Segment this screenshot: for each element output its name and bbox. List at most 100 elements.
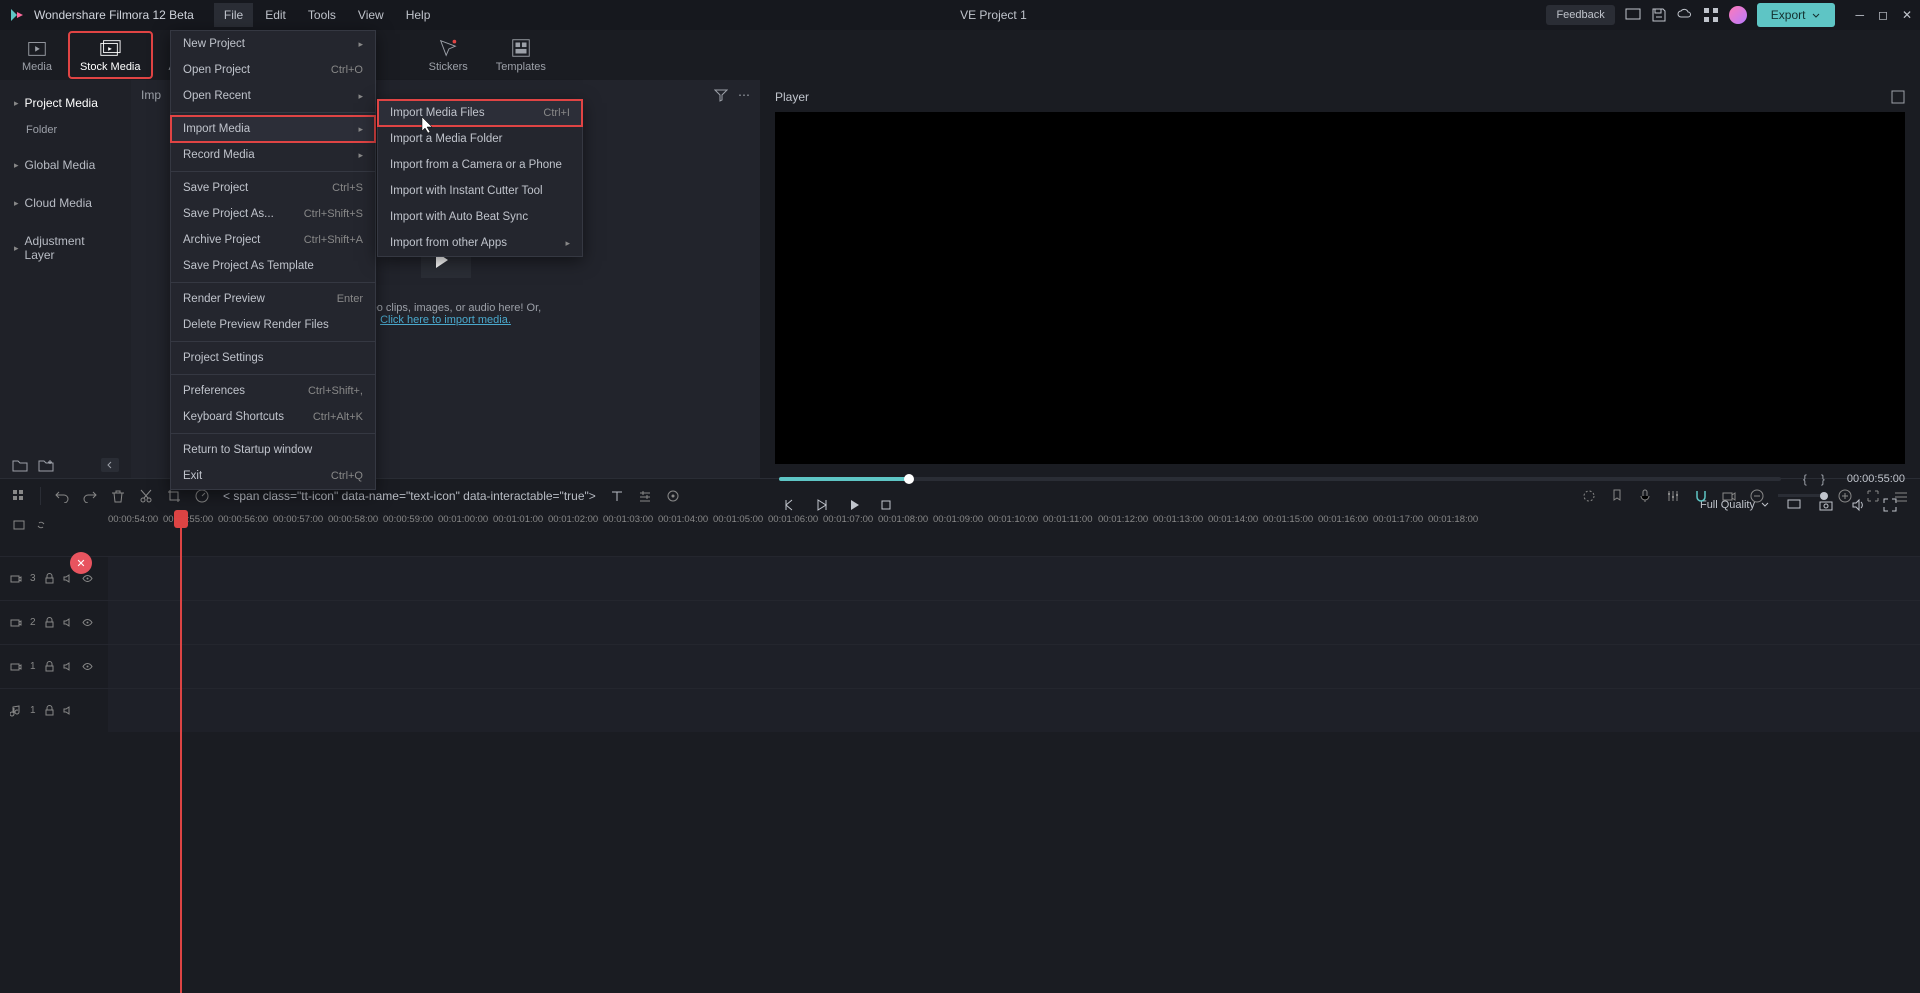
- prev-frame-icon[interactable]: [783, 498, 797, 512]
- submenu-item[interactable]: Import Media FilesCtrl+I: [378, 100, 582, 126]
- player-maximize-icon[interactable]: [1891, 90, 1905, 104]
- stop-icon[interactable]: [879, 498, 893, 512]
- zoom-in-icon[interactable]: [1838, 489, 1852, 503]
- menu-item[interactable]: Render PreviewEnter: [171, 286, 375, 312]
- export-button[interactable]: Export: [1757, 3, 1836, 27]
- play-reverse-icon[interactable]: [815, 498, 829, 512]
- menu-item[interactable]: Save Project As...Ctrl+Shift+S: [171, 201, 375, 227]
- tab-media[interactable]: Media: [10, 31, 64, 79]
- eye-icon[interactable]: [82, 661, 93, 672]
- more-timeline-icon[interactable]: [1894, 489, 1908, 503]
- save-icon[interactable]: [1651, 7, 1667, 23]
- mark-in-icon[interactable]: {: [1803, 472, 1807, 486]
- track-body[interactable]: [108, 689, 1920, 732]
- more-icon[interactable]: ⋯: [738, 88, 750, 102]
- submenu-item[interactable]: Import with Auto Beat Sync: [378, 204, 582, 230]
- menu-item[interactable]: Record Media▸: [171, 142, 375, 168]
- cam-icon[interactable]: [1722, 489, 1736, 503]
- playhead[interactable]: [180, 512, 182, 993]
- menu-item[interactable]: Keyboard ShortcutsCtrl+Alt+K: [171, 404, 375, 430]
- zoom-out-icon[interactable]: [1750, 489, 1764, 503]
- new-folder-icon[interactable]: [12, 458, 28, 472]
- menu-item[interactable]: Import Media▸: [171, 116, 375, 142]
- menu-item[interactable]: New Project▸: [171, 31, 375, 57]
- undo-icon[interactable]: [55, 489, 69, 503]
- submenu-item[interactable]: Import from other Apps▸: [378, 230, 582, 256]
- cut-icon[interactable]: [139, 489, 153, 503]
- lock-icon[interactable]: [44, 705, 55, 716]
- grid-icon[interactable]: [1703, 7, 1719, 23]
- link-icon[interactable]: [34, 518, 48, 532]
- menu-item[interactable]: Open Recent▸: [171, 83, 375, 109]
- menu-item[interactable]: ExitCtrl+Q: [171, 463, 375, 489]
- submenu-item[interactable]: Import with Instant Cutter Tool: [378, 178, 582, 204]
- menu-item[interactable]: Project Settings: [171, 345, 375, 371]
- add-folder-icon[interactable]: [38, 458, 54, 472]
- eye-icon[interactable]: [82, 573, 93, 584]
- track-body[interactable]: [108, 557, 1920, 600]
- track-add-icon[interactable]: [12, 518, 26, 532]
- speed-icon[interactable]: [195, 489, 209, 503]
- display-icon[interactable]: [1625, 7, 1641, 23]
- sidebar-project-media[interactable]: ▸Project Media: [0, 88, 131, 118]
- menu-item[interactable]: Delete Preview Render Files: [171, 312, 375, 338]
- play-icon[interactable]: [847, 498, 861, 512]
- collapse-panel-button[interactable]: [101, 458, 119, 472]
- mute-icon[interactable]: [63, 705, 74, 716]
- tab-stock-media[interactable]: Stock Media: [68, 31, 153, 79]
- fit-icon[interactable]: [1866, 489, 1880, 503]
- mute-icon[interactable]: [63, 573, 74, 584]
- menu-tools[interactable]: Tools: [298, 3, 346, 27]
- menu-item[interactable]: Save ProjectCtrl+S: [171, 175, 375, 201]
- clip-marker[interactable]: ✕: [70, 552, 92, 574]
- sidebar-cloud-media[interactable]: ▸Cloud Media: [0, 188, 131, 218]
- menu-help[interactable]: Help: [396, 3, 441, 27]
- delete-icon[interactable]: [111, 489, 125, 503]
- filter-icon[interactable]: [714, 88, 728, 102]
- tab-stickers[interactable]: Stickers: [417, 31, 480, 79]
- minimize-icon[interactable]: ─: [1855, 8, 1864, 22]
- mute-icon[interactable]: [63, 617, 74, 628]
- submenu-item[interactable]: Import from a Camera or a Phone: [378, 152, 582, 178]
- layout-icon[interactable]: [12, 489, 26, 503]
- lock-icon[interactable]: [44, 617, 55, 628]
- redo-icon[interactable]: [83, 489, 97, 503]
- mark-out-icon[interactable]: }: [1821, 472, 1825, 486]
- close-icon[interactable]: ✕: [1902, 8, 1912, 22]
- import-media-link[interactable]: Click here to import media.: [380, 314, 511, 326]
- lock-icon[interactable]: [44, 661, 55, 672]
- mute-icon[interactable]: [63, 661, 74, 672]
- highlight-icon[interactable]: [1582, 489, 1596, 503]
- menu-item[interactable]: PreferencesCtrl+Shift+,: [171, 378, 375, 404]
- submenu-item[interactable]: Import a Media Folder: [378, 126, 582, 152]
- menu-item[interactable]: Archive ProjectCtrl+Shift+A: [171, 227, 375, 253]
- sidebar-adjustment-layer[interactable]: ▸Adjustment Layer: [0, 226, 131, 270]
- menu-file[interactable]: File: [214, 3, 253, 27]
- sidebar-global-media[interactable]: ▸Global Media: [0, 150, 131, 180]
- cloud-icon[interactable]: [1677, 7, 1693, 23]
- crop-icon[interactable]: [167, 489, 181, 503]
- lock-icon[interactable]: [44, 573, 55, 584]
- menu-view[interactable]: View: [348, 3, 394, 27]
- keyframe-icon[interactable]: [666, 489, 680, 503]
- sidebar-folder[interactable]: Folder: [0, 118, 131, 142]
- player-slider[interactable]: [779, 477, 1781, 481]
- menu-item[interactable]: Return to Startup window: [171, 437, 375, 463]
- menu-edit[interactable]: Edit: [255, 3, 296, 27]
- adjust-icon[interactable]: [638, 489, 652, 503]
- tab-templates[interactable]: Templates: [484, 31, 558, 79]
- menu-item[interactable]: Save Project As Template: [171, 253, 375, 279]
- avatar[interactable]: [1729, 6, 1747, 24]
- marker-icon[interactable]: [1610, 489, 1624, 503]
- snap-icon[interactable]: [1694, 489, 1708, 503]
- mic-icon[interactable]: [1638, 489, 1652, 503]
- eye-icon[interactable]: [82, 617, 93, 628]
- menu-item[interactable]: Open ProjectCtrl+O: [171, 57, 375, 83]
- track-body[interactable]: [108, 645, 1920, 688]
- track-body[interactable]: [108, 601, 1920, 644]
- maximize-icon[interactable]: ◻: [1878, 8, 1888, 22]
- mixer-icon[interactable]: [1666, 489, 1680, 503]
- ruler-track[interactable]: 00:00:54:0000:00:55:0000:00:56:0000:00:5…: [108, 512, 1920, 538]
- zoom-slider[interactable]: [1778, 494, 1824, 497]
- feedback-button[interactable]: Feedback: [1546, 5, 1614, 25]
